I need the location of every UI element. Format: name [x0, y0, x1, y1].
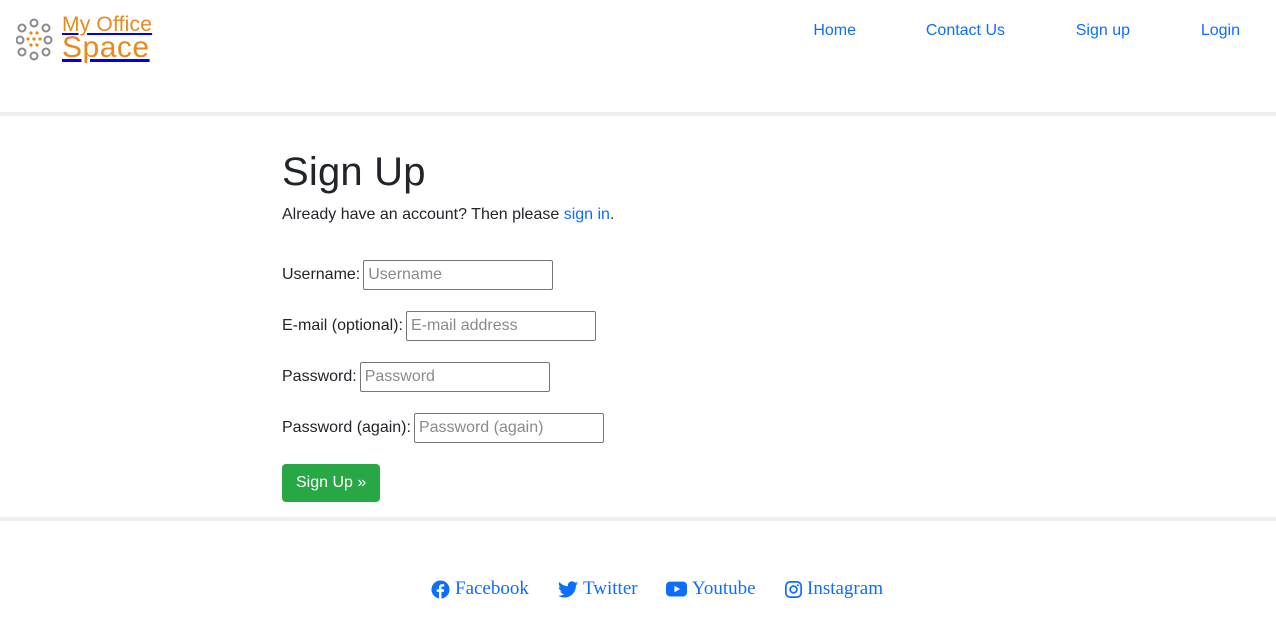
signin-prompt: Already have an account? Then please sig…: [282, 206, 614, 224]
password-again-row: Password (again):: [282, 413, 604, 443]
site-header: My Office Space Home Contact Us Sign up …: [0, 0, 1276, 112]
nav-signup-link[interactable]: Sign up: [1076, 22, 1130, 40]
email-input[interactable]: [405, 311, 596, 341]
instagram-link[interactable]: Instagram: [785, 578, 883, 600]
brand-line2: Space: [62, 31, 150, 64]
signin-prompt-end: .: [609, 206, 615, 223]
password-row: Password:: [282, 362, 550, 392]
username-label: Username:: [282, 266, 361, 283]
facebook-link[interactable]: Facebook: [431, 578, 529, 600]
nav-home-link[interactable]: Home: [813, 22, 856, 40]
page-title: Sign Up: [282, 150, 426, 194]
signin-prompt-text: Already have an account? Then please: [282, 206, 564, 223]
youtube-label: Youtube: [692, 578, 756, 599]
brand-logo[interactable]: My Office Space: [15, 14, 186, 70]
password-label: Password:: [282, 368, 357, 385]
instagram-icon: [785, 580, 802, 598]
password-input[interactable]: [359, 362, 550, 392]
youtube-link[interactable]: Youtube: [666, 578, 756, 600]
brand-wordmark: My Office Space: [62, 14, 152, 63]
logo-dots-icon: [15, 18, 56, 62]
instagram-label: Instagram: [807, 578, 883, 599]
signin-link[interactable]: sign in: [564, 206, 610, 223]
facebook-icon: [431, 579, 450, 599]
email-label: E-mail (optional):: [282, 317, 403, 334]
twitter-icon: [558, 580, 578, 597]
password-again-input[interactable]: [413, 413, 604, 443]
username-input[interactable]: [363, 260, 554, 290]
twitter-label: Twitter: [583, 578, 638, 599]
password-again-label: Password (again):: [282, 419, 411, 436]
nav-login-link[interactable]: Login: [1201, 22, 1240, 40]
header-divider: [0, 112, 1276, 116]
username-row: Username:: [282, 260, 554, 290]
facebook-label: Facebook: [455, 578, 529, 599]
email-row: E-mail (optional):: [282, 311, 596, 341]
site-footer: Facebook Twitter Youtube Instagram: [0, 521, 1276, 626]
nav-contact-link[interactable]: Contact Us: [926, 22, 1005, 40]
signup-submit-button[interactable]: Sign Up »: [282, 464, 381, 502]
twitter-link[interactable]: Twitter: [558, 578, 638, 600]
youtube-icon: [666, 581, 687, 597]
